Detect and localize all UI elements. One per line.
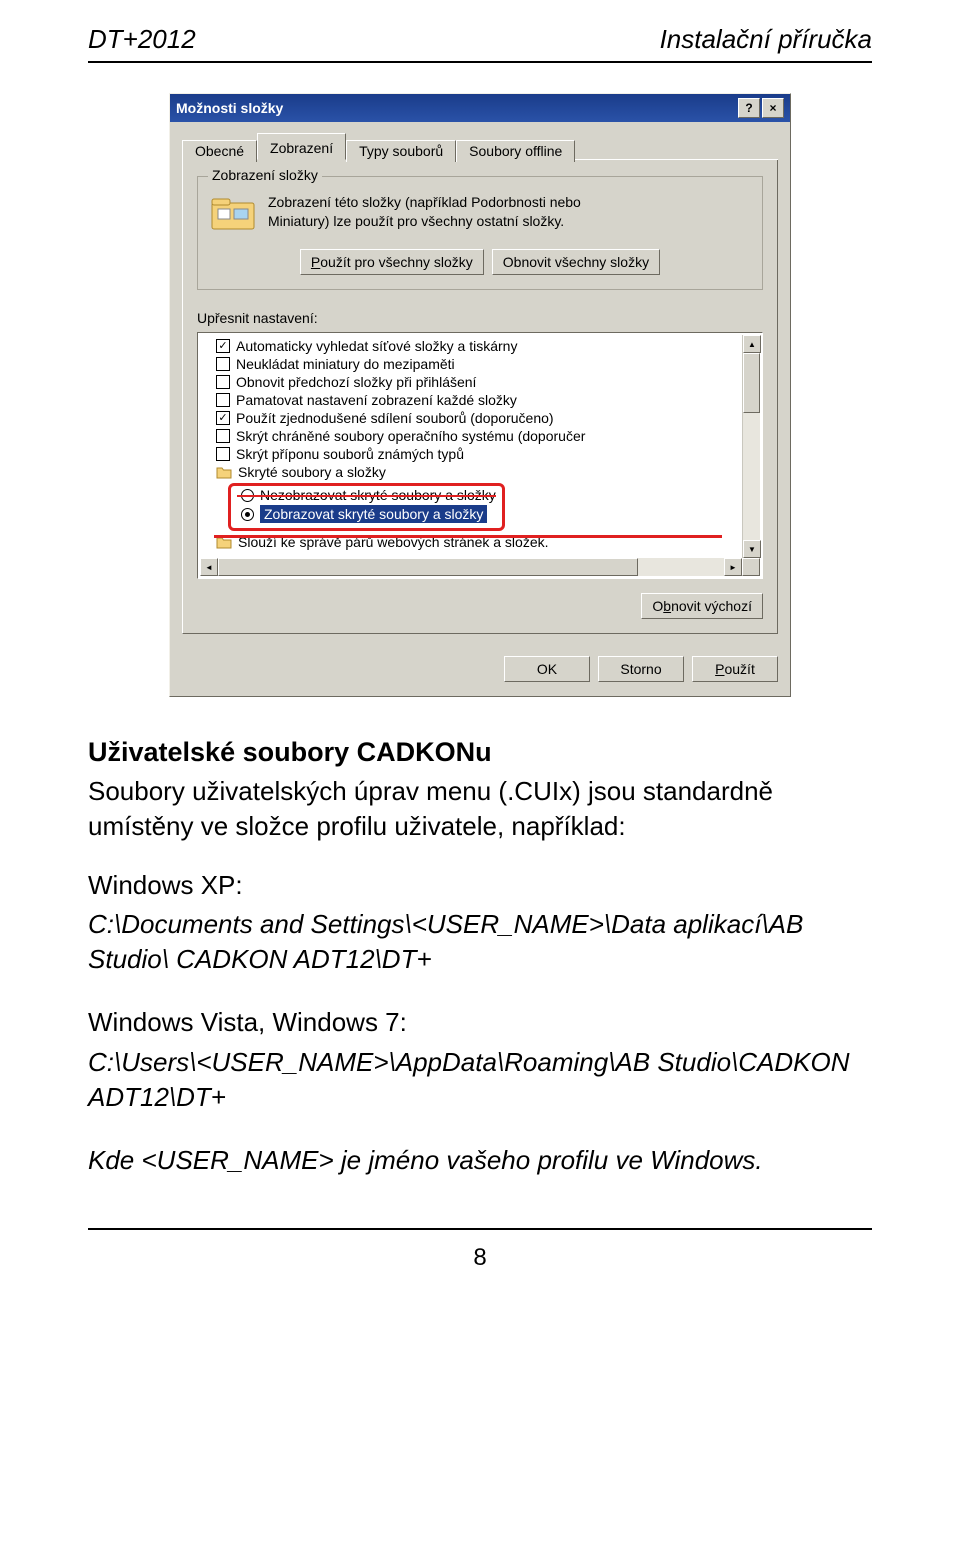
checkbox-icon[interactable]: [216, 429, 230, 443]
tree-item-folder[interactable]: Skryté soubory a složky: [198, 463, 762, 481]
titlebar: Možnosti složky ? ×: [170, 94, 790, 122]
radio-icon[interactable]: [241, 508, 254, 521]
tree-item-folder[interactable]: Slouží ke správě párů webových stránek a…: [198, 533, 762, 551]
tree-item-label: Zobrazovat skryté soubory a složky: [260, 505, 487, 523]
scroll-right-icon[interactable]: ►: [724, 558, 742, 576]
apply-button[interactable]: Použít: [692, 656, 778, 682]
tree-item[interactable]: Pamatovat nastavení zobrazení každé slož…: [198, 391, 762, 409]
horizontal-scrollbar[interactable]: ◄ ►: [200, 558, 742, 576]
page-header: DT+2012 Instalační příručka: [88, 24, 872, 55]
checkbox-icon[interactable]: [216, 393, 230, 407]
tree-item-label: Skrýt příponu souborů známých typů: [236, 446, 464, 462]
tree-item[interactable]: Obnovit předchozí složky při přihlášení: [198, 373, 762, 391]
tabs: Obecné Zobrazení Typy souborů Soubory of…: [182, 132, 778, 160]
tree-item-radio[interactable]: Nezobrazovat skryté soubory a složky: [237, 486, 496, 504]
scroll-down-icon[interactable]: ▼: [743, 540, 761, 558]
btn-apply-all-rest: oužít pro všechny složky: [320, 254, 473, 270]
tree-item-label: Nezobrazovat skryté soubory a složky: [260, 487, 496, 503]
tree-item-radio-selected[interactable]: Zobrazovat skryté soubory a složky: [237, 504, 496, 524]
doc-note: Kde <USER_NAME> je jméno vašeho profilu …: [88, 1143, 872, 1178]
red-line: [214, 535, 722, 538]
advanced-settings-label: Upřesnit nastavení:: [197, 310, 763, 326]
scroll-corner: [742, 558, 760, 576]
tree-item[interactable]: ✓ Automaticky vyhledat síťové složky a ti…: [198, 337, 762, 355]
checkbox-icon[interactable]: [216, 375, 230, 389]
doc-paragraph-1: Soubory uživatelských úprav menu (.CUIx)…: [88, 774, 872, 844]
tab-general[interactable]: Obecné: [182, 140, 257, 162]
doc-path-xp: C:\Documents and Settings\<USER_NAME>\Da…: [88, 907, 872, 977]
radio-icon[interactable]: [241, 489, 254, 502]
gb-text-line2: Miniatury) lze použít pro všechny ostatn…: [268, 213, 564, 229]
tree-item[interactable]: Skrýt chráněné soubory operačního systém…: [198, 427, 762, 445]
apply-to-all-folders-button[interactable]: Použít pro všechny složky: [300, 249, 484, 275]
checkbox-icon[interactable]: [216, 357, 230, 371]
scroll-up-icon[interactable]: ▲: [743, 335, 761, 353]
tree-item-label: Obnovit předchozí složky při přihlášení: [236, 374, 476, 390]
tree-item-label: Pamatovat nastavení zobrazení každé slož…: [236, 392, 517, 408]
folder-options-dialog: Možnosti složky ? × Obecné Zobrazení Typ…: [169, 93, 791, 697]
folder-options-icon: [210, 195, 256, 231]
folder-icon: [216, 465, 232, 479]
header-right: Instalační příručka: [660, 24, 872, 55]
doc-path-v7: C:\Users\<USER_NAME>\AppData\Roaming\AB …: [88, 1045, 872, 1115]
groupbox-folder-view: Zobrazení složky: [197, 176, 763, 290]
doc-winxp-label: Windows XP:: [88, 868, 872, 903]
reset-all-folders-button[interactable]: Obnovit všechny složky: [492, 249, 660, 275]
tab-view[interactable]: Zobrazení: [257, 133, 346, 160]
vertical-scrollbar[interactable]: ▲ ▼: [742, 335, 760, 558]
restore-defaults-button[interactable]: Obnovit výchozí: [641, 593, 763, 619]
tree-item-label: Skryté soubory a složky: [238, 464, 386, 480]
groupbox-text: Zobrazení této složky (například Podorbn…: [268, 193, 581, 231]
checkbox-icon[interactable]: ✓: [216, 339, 230, 353]
tree-item[interactable]: ✓ Použít zjednodušené sdílení souborů (do…: [198, 409, 762, 427]
checkbox-icon[interactable]: [216, 447, 230, 461]
tab-pane-view: Zobrazení složky: [182, 160, 778, 634]
tab-offline[interactable]: Soubory offline: [456, 140, 575, 162]
scroll-left-icon[interactable]: ◄: [200, 558, 218, 576]
tree-item-label: Neukládat miniatury do mezipaměti: [236, 356, 455, 372]
tree-item-label: Skrýt chráněné soubory operačního systém…: [236, 428, 585, 444]
tree-item-label: Použít zjednodušené sdílení souborů (dop…: [236, 410, 554, 426]
page-number: 8: [88, 1244, 872, 1272]
tree-item[interactable]: Neukládat miniatury do mezipaměti: [198, 355, 762, 373]
footer-rule: [88, 1228, 872, 1230]
highlight-red-box: Nezobrazovat skryté soubory a složky Zob…: [228, 483, 505, 531]
doc-heading: Uživatelské soubory CADKONu: [88, 737, 872, 768]
tree-item[interactable]: Skrýt příponu souborů známých typů: [198, 445, 762, 463]
tab-filetypes[interactable]: Typy souborů: [346, 140, 456, 162]
header-rule: [88, 61, 872, 63]
ok-button[interactable]: OK: [504, 656, 590, 682]
help-button[interactable]: ?: [738, 98, 760, 118]
cancel-button[interactable]: Storno: [598, 656, 684, 682]
header-left: DT+2012: [88, 24, 196, 55]
doc-winv7-label: Windows Vista, Windows 7:: [88, 1005, 872, 1040]
scroll-thumb[interactable]: [743, 353, 760, 413]
advanced-settings-tree[interactable]: ✓ Automaticky vyhledat síťové složky a ti…: [197, 332, 763, 579]
checkbox-icon[interactable]: ✓: [216, 411, 230, 425]
gb-text-line1: Zobrazení této složky (například Podorbn…: [268, 194, 581, 210]
titlebar-text: Možnosti složky: [176, 100, 283, 116]
close-button[interactable]: ×: [762, 98, 784, 118]
groupbox-title: Zobrazení složky: [208, 167, 322, 183]
scroll-thumb[interactable]: [218, 558, 638, 576]
tree-item-label: Automaticky vyhledat síťové složky a tis…: [236, 338, 517, 354]
dialog-bottom-buttons: OK Storno Použít: [170, 646, 790, 696]
